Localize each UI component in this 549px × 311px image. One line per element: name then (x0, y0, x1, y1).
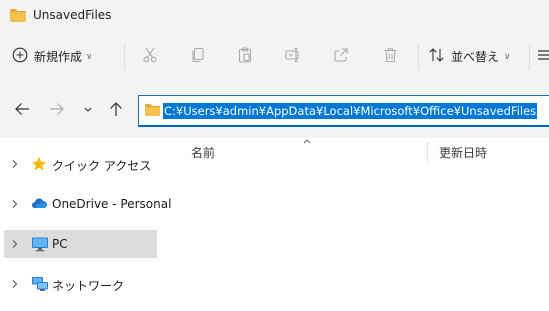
monitor-icon (31, 236, 49, 255)
toolbar-separator (529, 44, 530, 70)
navigation-bar: C:¥Users¥admin¥AppData¥Local¥Microsoft¥O… (0, 81, 549, 138)
cut-icon (142, 47, 158, 66)
arrow-up-icon (109, 101, 123, 120)
sidebar-item-label: ネットワーク (52, 279, 125, 293)
column-header-name[interactable]: 名前 (191, 144, 215, 161)
new-button[interactable]: 新規作成 ∨ (12, 32, 120, 81)
sort-icon (428, 47, 445, 66)
copy-button[interactable] (184, 32, 212, 81)
folder-icon (144, 103, 161, 120)
folder-icon (9, 8, 27, 26)
cloud-icon (31, 196, 48, 213)
rename-button[interactable] (279, 32, 307, 81)
recent-locations-button[interactable] (77, 99, 99, 121)
toolbar-separator (418, 44, 419, 70)
rename-icon (284, 47, 302, 66)
arrow-right-icon (49, 102, 65, 119)
chevron-down-icon: ∨ (86, 51, 93, 62)
paste-button[interactable] (231, 32, 259, 81)
arrow-left-icon (14, 102, 30, 119)
new-button-label: 新規作成 (34, 50, 83, 64)
star-icon (31, 156, 47, 175)
share-icon (333, 47, 349, 66)
column-header-row: 名前 更新日時 (160, 138, 549, 166)
sort-button-label: 並べ替え (451, 50, 500, 64)
up-button[interactable] (105, 99, 127, 121)
window-title: UnsavedFiles (33, 8, 112, 22)
chevron-down-icon (83, 103, 93, 117)
delete-button[interactable] (376, 32, 404, 81)
sidebar-item-label: PC (52, 237, 68, 251)
sidebar-item-network[interactable]: ネットワーク (4, 270, 157, 298)
address-bar[interactable]: C:¥Users¥admin¥AppData¥Local¥Microsoft¥O… (138, 95, 549, 127)
view-button[interactable] (537, 32, 549, 81)
address-path[interactable]: C:¥Users¥admin¥AppData¥Local¥Microsoft¥O… (163, 103, 538, 119)
share-button[interactable] (327, 32, 355, 81)
chevron-right-icon (11, 238, 19, 252)
sidebar-item-quick-access[interactable]: クイック アクセス (4, 150, 157, 178)
chevron-up-icon (302, 134, 312, 148)
chevron-right-icon (11, 158, 19, 172)
cut-button[interactable] (136, 32, 164, 81)
sort-button[interactable]: 並べ替え ∨ (428, 32, 520, 81)
sidebar-item-pc[interactable]: PC (4, 230, 157, 258)
command-bar: 新規作成 ∨ 並べ替え ∨ (0, 32, 549, 81)
delete-icon (383, 47, 398, 66)
sidebar-item-label: クイック アクセス (52, 159, 152, 173)
toolbar-separator (124, 44, 125, 70)
forward-button[interactable] (46, 99, 68, 121)
chevron-right-icon (11, 198, 19, 212)
column-divider[interactable] (427, 142, 428, 162)
column-header-date-modified[interactable]: 更新日時 (439, 144, 487, 161)
paste-icon (237, 47, 253, 66)
network-icon (31, 276, 49, 295)
copy-icon (190, 47, 206, 66)
chevron-down-icon: ∨ (504, 51, 511, 62)
sidebar-item-label: OneDrive - Personal (52, 197, 172, 211)
chevron-right-icon (11, 278, 19, 292)
title-bar: UnsavedFiles (0, 0, 549, 32)
navigation-pane: クイック アクセス OneDrive - Personal PC ネットワーク (0, 138, 171, 311)
plus-circle-icon (12, 47, 28, 66)
sidebar-item-onedrive[interactable]: OneDrive - Personal (4, 190, 171, 218)
back-button[interactable] (11, 99, 33, 121)
view-icon (537, 48, 549, 65)
